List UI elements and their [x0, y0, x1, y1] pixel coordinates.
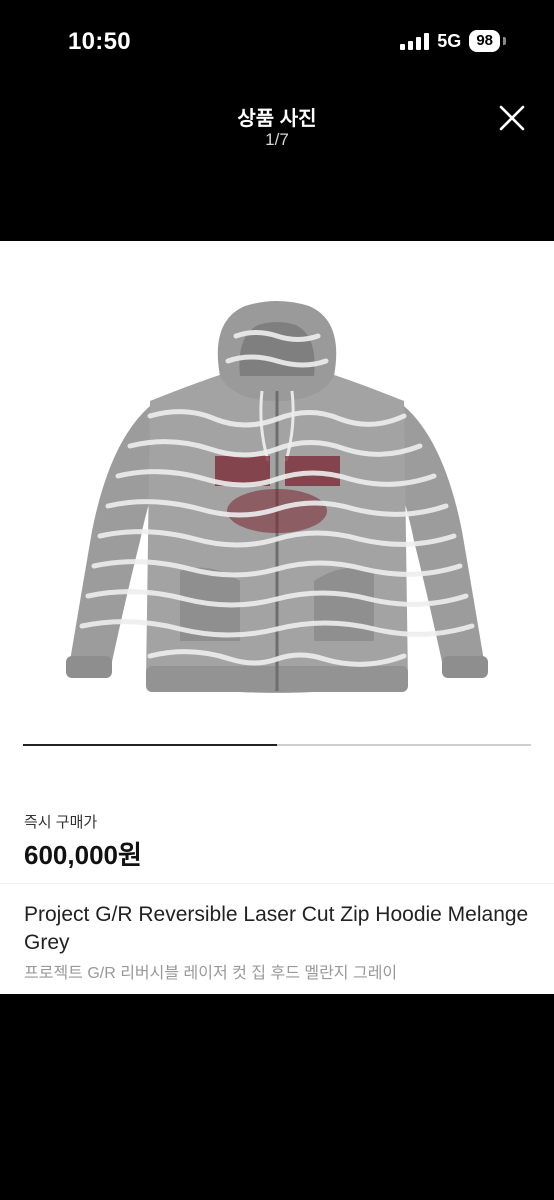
product-name-ko: 프로젝트 G/R 리버시블 레이저 컷 집 후드 멜란지 그레이 — [24, 965, 398, 982]
photo-progress-fill — [23, 744, 277, 746]
divider — [0, 883, 554, 884]
photo-viewer[interactable] — [0, 241, 554, 773]
network-type: 5G — [437, 30, 462, 51]
battery-level: 98 — [476, 32, 493, 49]
status-time: 10:50 — [68, 28, 131, 55]
product-info: 즉시 구매가 600,000원 Project G/R Reversible L… — [0, 773, 554, 994]
battery-tip — [503, 37, 506, 45]
battery-icon: 98 — [469, 30, 500, 52]
product-name-en: Project G/R Reversible Laser Cut Zip Hoo… — [24, 903, 529, 954]
hoodie-photo[interactable] — [0, 241, 554, 731]
photo-counter: 1/7 — [265, 130, 289, 149]
price-label: 즉시 구매가 — [24, 814, 98, 831]
close-button[interactable] — [496, 102, 528, 134]
page-title: 상품 사진 — [237, 108, 317, 130]
product-price: 600,000원 — [24, 840, 142, 870]
hoodie-image — [66, 301, 488, 693]
status-bar: 10:50 5G 98 — [0, 0, 554, 84]
signal-icon — [400, 32, 430, 50]
status-indicators: 5G 98 — [400, 30, 506, 52]
viewer-header: 상품 사진 1/7 — [0, 84, 554, 241]
photo-progress-track — [23, 744, 531, 746]
close-icon — [499, 105, 525, 131]
